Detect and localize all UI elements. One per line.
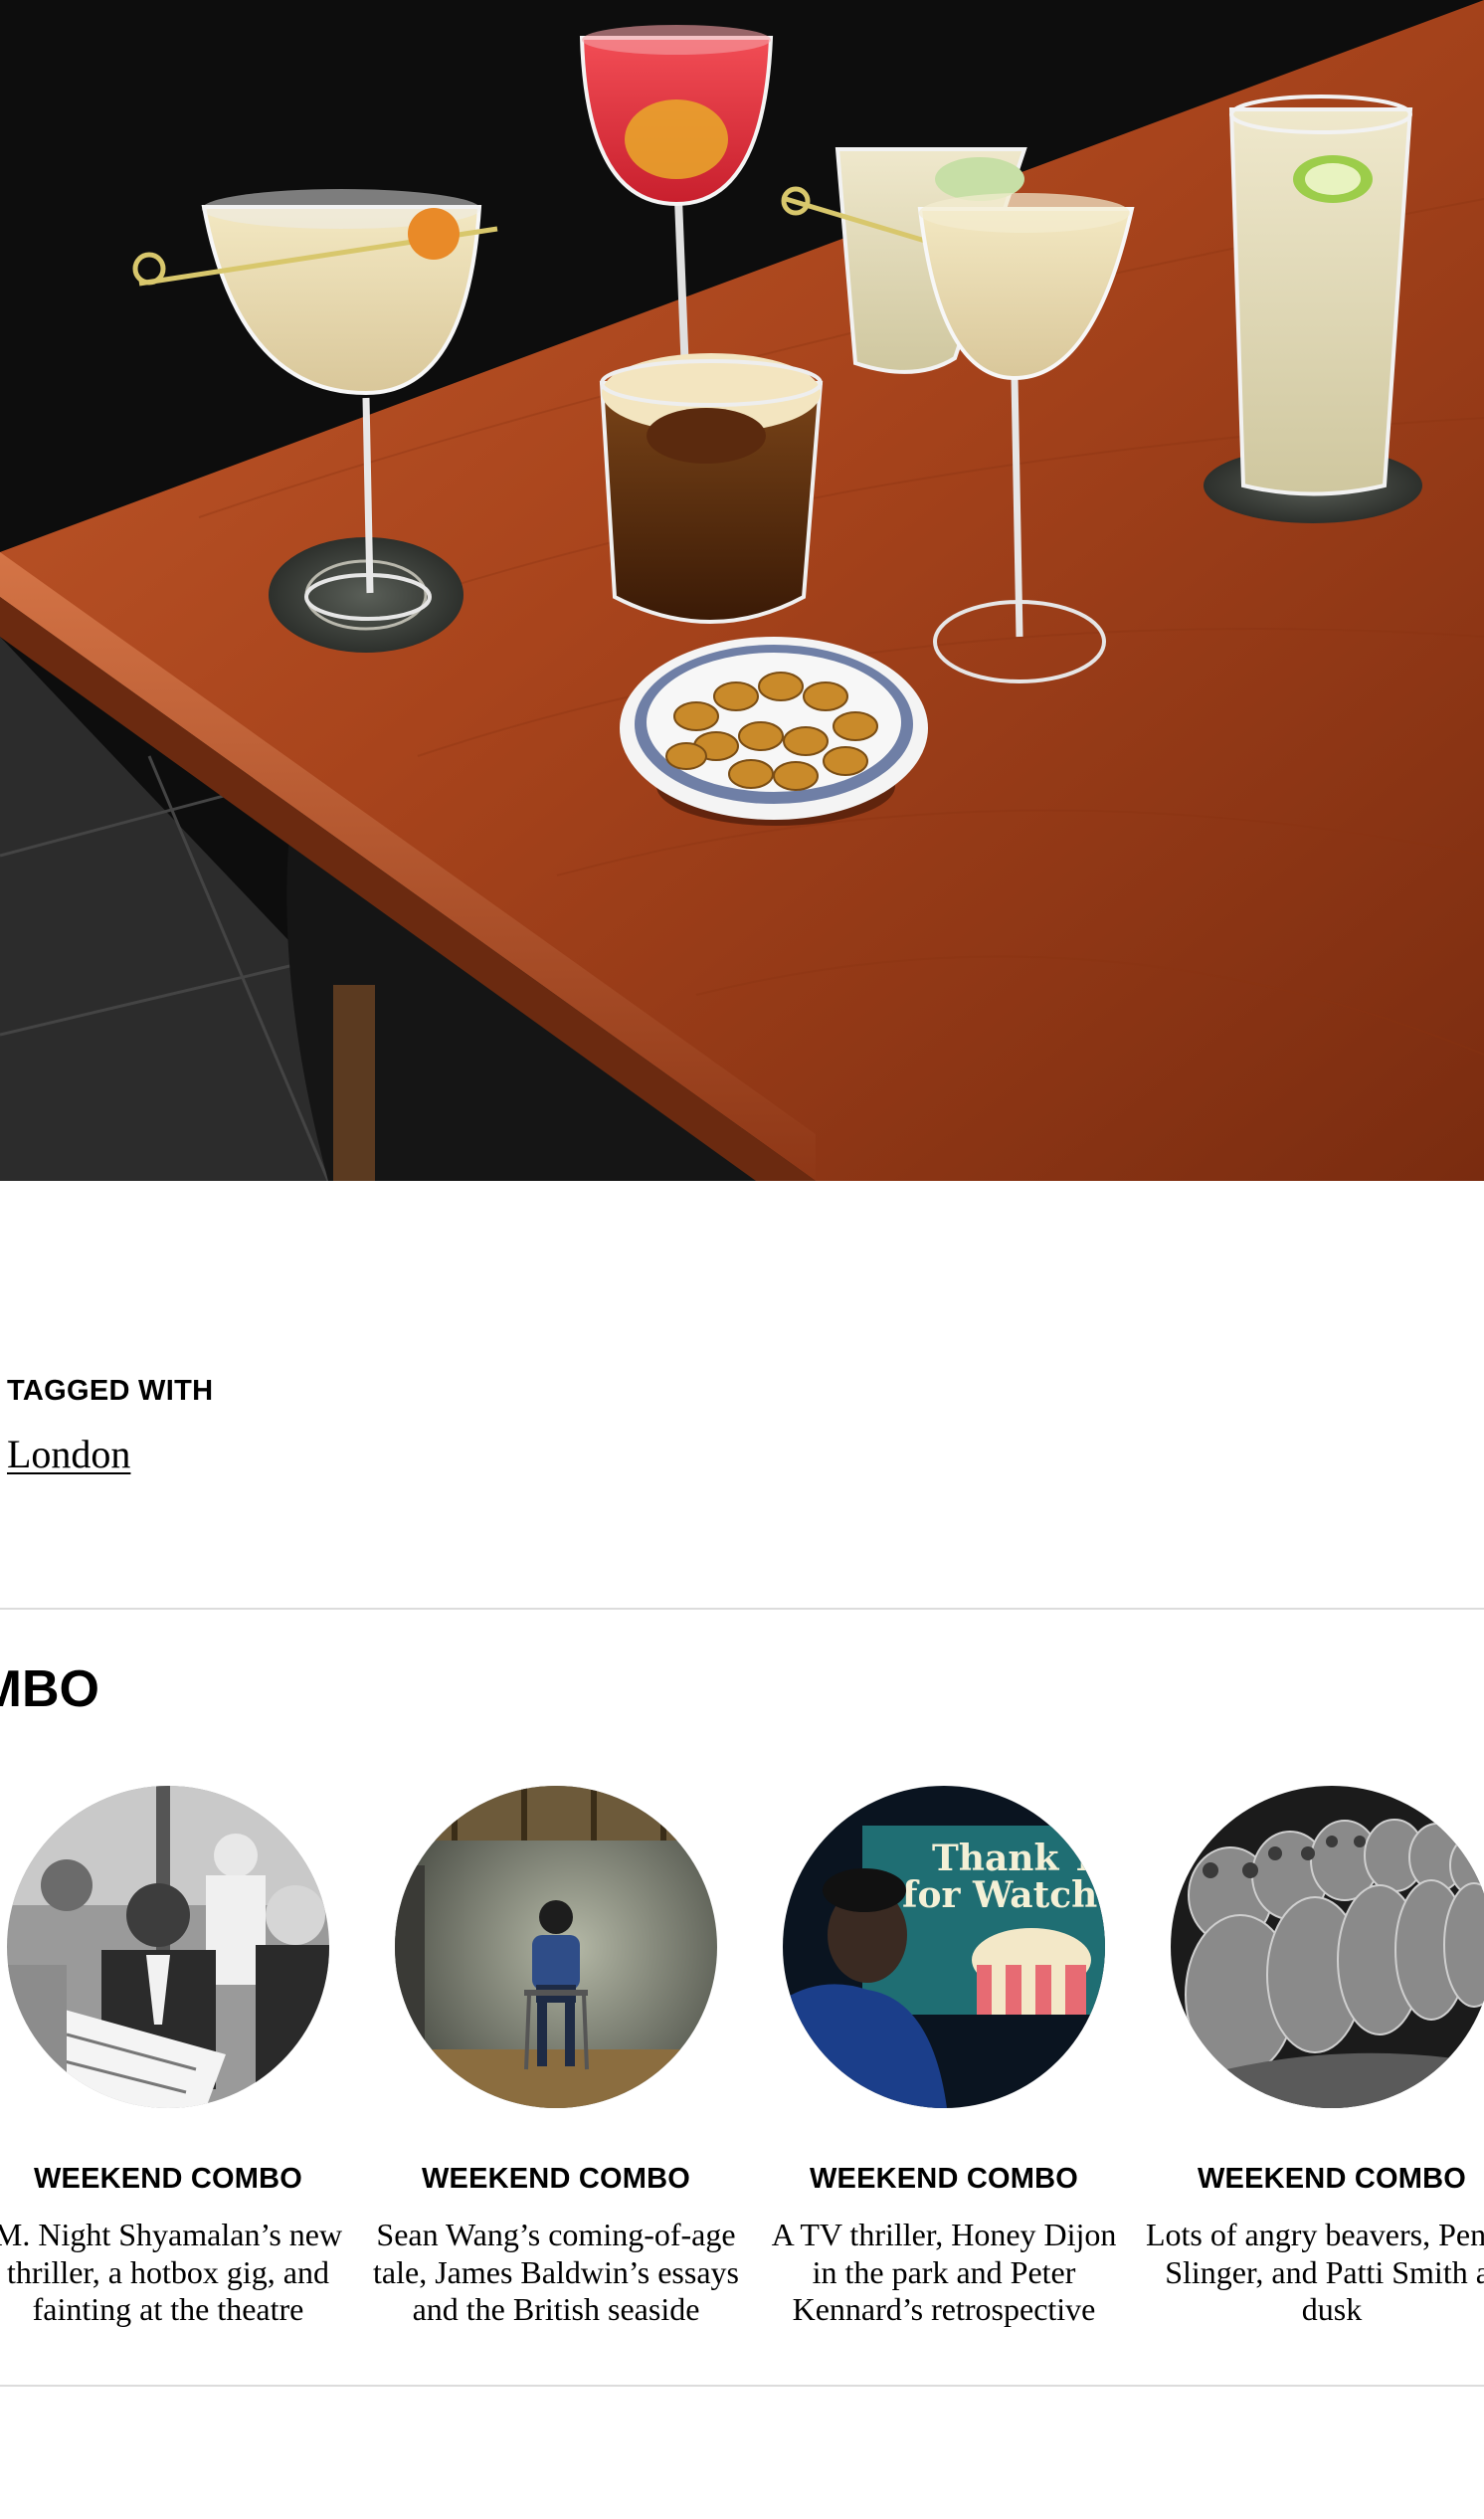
tags-heading: TAGGED WITH: [7, 1375, 214, 1407]
divider: [0, 2385, 1484, 2387]
screen-text-line2: for Watch: [902, 1874, 1097, 1916]
related-card[interactable]: WEEKEND COMBO M. Night Shyamalan’s new t…: [0, 1786, 362, 2329]
card-kicker: WEEKEND COMBO: [1197, 2163, 1467, 2195]
card-headline[interactable]: Sean Wang’s coming-of-age tale, James Ba…: [362, 2217, 750, 2329]
card-headline[interactable]: M. Night Shyamalan’s new thriller, a hot…: [0, 2217, 362, 2329]
man-reading-newspaper-photo[interactable]: [7, 1786, 329, 2108]
cocktails-on-wooden-table-photo: [0, 0, 1484, 1181]
divider: [0, 1608, 1484, 1610]
screen-text-line1: Thank Y: [932, 1838, 1098, 1879]
tag-link-london[interactable]: London: [7, 1431, 130, 1477]
card-kicker: WEEKEND COMBO: [809, 2163, 1079, 2195]
tags-section: TAGGED WITH London: [7, 1371, 213, 1477]
related-card[interactable]: WEEKEND COMBO Sean Wang’s coming-of-age …: [362, 1786, 750, 2329]
related-card[interactable]: Thank Y for Watch WEEKEND COMBO A TV thr…: [750, 1786, 1138, 2329]
card-headline[interactable]: A TV thriller, Honey Dijon in the park a…: [750, 2217, 1138, 2329]
card-kicker: WEEKEND COMBO: [421, 2163, 691, 2195]
card-headline[interactable]: Lots of angry beavers, Penny Slinger, an…: [1138, 2217, 1484, 2329]
card-kicker: WEEKEND COMBO: [33, 2163, 303, 2195]
hero-photo: [0, 0, 1484, 1181]
related-carousel: WEEKEND COMBO M. Night Shyamalan’s new t…: [0, 1786, 1484, 2383]
related-card[interactable]: WEEKEND COMBO Lots of angry beavers, Pen…: [1138, 1786, 1484, 2329]
section-title: WEEKEND COMBO: [0, 1660, 99, 1718]
man-before-thank-you-screen-photo[interactable]: Thank Y for Watch: [783, 1786, 1105, 2108]
boy-seated-on-chair-photo[interactable]: [395, 1786, 717, 2108]
beaver-figures-photo[interactable]: [1171, 1786, 1484, 2108]
